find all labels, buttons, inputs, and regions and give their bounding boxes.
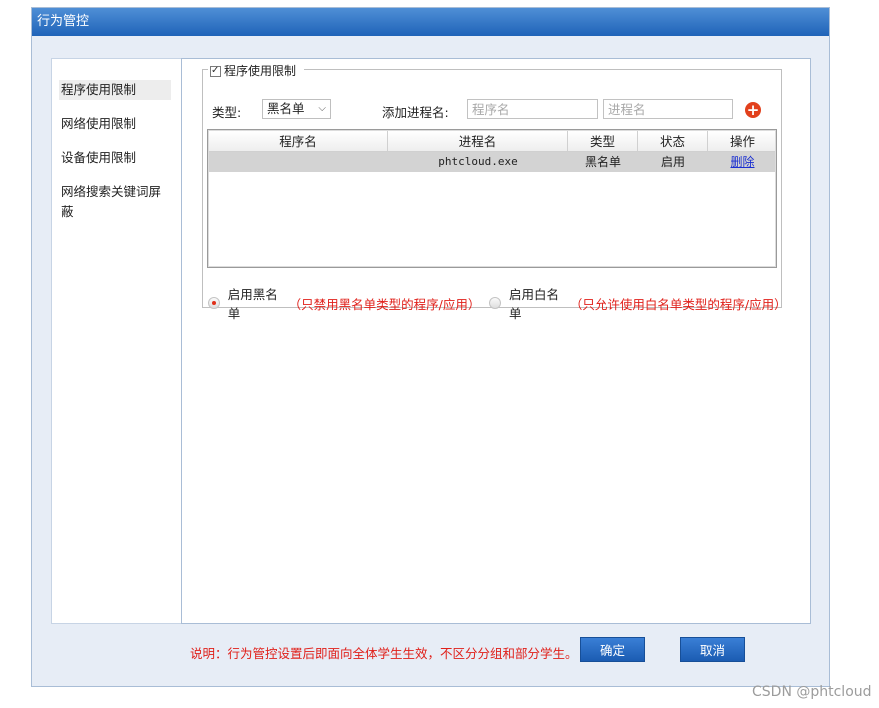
col-program: 程序名 [209,131,388,152]
program-limit-group: 程序使用限制 类型: 黑名单 ⌵ 添加进程名: + 程序名 进程名 类型 状态 … [202,64,787,321]
content-panel: 程序使用限制 类型: 黑名单 ⌵ 添加进程名: + 程序名 进程名 类型 状态 … [181,58,811,624]
col-type: 类型 [568,131,638,152]
cell-type: 黑名单 [584,155,621,169]
behavior-control-dialog: 行为管控 程序使用限制 网络使用限制 设备使用限制 网络搜索关键词屏蔽 程序使用… [31,7,830,687]
type-select-value: 黑名单 [267,101,305,116]
dialog-title: 行为管控 [32,8,829,36]
process-name-input[interactable] [603,99,733,119]
rules-table: 程序名 进程名 类型 状态 操作 phtcloud.exe 黑名单 启用 删除 [207,129,777,268]
col-status: 状态 [638,131,708,152]
footer-note: 说明：行为管控设置后即面向全体学生生效，不区分分组和部分学生。 [190,646,578,661]
group-legend: 程序使用限制 [208,64,305,78]
watermark: CSDN @phtcloud [752,684,872,700]
col-process: 进程名 [388,131,568,152]
chevron-down-icon: ⌵ [318,103,326,114]
col-action: 操作 [729,134,755,149]
cell-process: phtcloud.exe [438,155,518,168]
sidebar: 程序使用限制 网络使用限制 设备使用限制 网络搜索关键词屏蔽 [51,58,182,624]
whitelist-radio[interactable] [489,297,502,309]
type-label: 类型: [212,105,242,120]
cell-action: 删除 [708,152,777,172]
cell-status: 启用 [660,155,685,169]
group-legend-label: 程序使用限制 [224,64,297,78]
add-process-label: 添加进程名: [382,105,449,120]
blacklist-note: （只禁用黑名单类型的程序/应用） [288,296,481,312]
cell-program [209,152,388,172]
table-row[interactable]: phtcloud.exe 黑名单 启用 删除 [209,152,775,172]
plus-circle-icon[interactable]: + [745,102,761,118]
sidebar-item-program-limit[interactable]: 程序使用限制 [59,80,171,100]
blacklist-radio[interactable] [208,297,220,309]
delete-link[interactable]: 删除 [730,155,754,169]
list-mode-options: 启用黑名单 （只禁用黑名单类型的程序/应用） 启用白名单 （只允许使用白名单类型… [208,284,787,322]
blacklist-label[interactable]: 启用黑名单 [228,284,289,322]
ok-button[interactable]: 确定 [580,637,645,662]
program-limit-checkbox[interactable] [210,64,221,78]
cancel-button[interactable]: 取消 [680,637,745,662]
whitelist-label[interactable]: 启用白名单 [509,284,570,322]
sidebar-item-device-limit[interactable]: 设备使用限制 [59,148,171,168]
table-header: 程序名 进程名 类型 状态 操作 [209,131,775,152]
whitelist-note: （只允许使用白名单类型的程序/应用） [569,296,787,312]
type-select[interactable]: 黑名单 ⌵ [262,99,331,119]
sidebar-item-search-keyword-block[interactable]: 网络搜索关键词屏蔽 [59,182,171,219]
sidebar-item-network-limit[interactable]: 网络使用限制 [59,114,171,134]
program-name-input[interactable] [467,99,598,119]
